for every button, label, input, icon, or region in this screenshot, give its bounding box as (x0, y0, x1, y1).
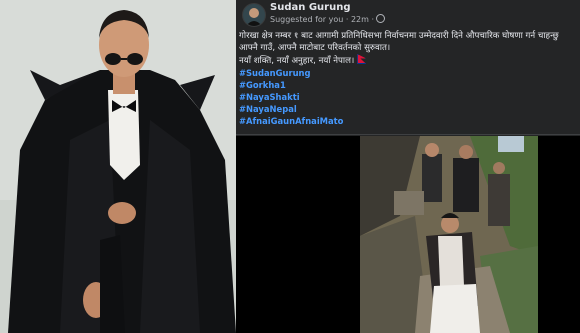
post-text-line-2: आफ्नै गाउँ, आफ्नै माटोबाट परिवर्तनको सुर… (239, 43, 391, 53)
post-meta-text: Suggested for you · 22m · (270, 15, 375, 24)
video-frame-image (360, 136, 538, 333)
post-text-line-1: गोरखा क्षेत्र नम्बर १ बाट आगामी प्रतिनिध… (239, 31, 559, 41)
post-text-line-3-content: नयाँ शक्ति, नयाँ अनुहार, नयाँ नेपाल। (239, 56, 355, 66)
hashtag-link[interactable]: #Gorkha1 (239, 79, 577, 91)
post-divider (236, 134, 580, 135)
hashtag-link[interactable]: #AfnaiGaunAfnaiMato (239, 115, 577, 127)
post-author[interactable]: Sudan Gurung (270, 2, 350, 13)
post-header: Sudan Gurung Suggested for you · 22m · (236, 0, 580, 28)
video-letterbox-right (538, 136, 580, 333)
globe-icon (376, 14, 386, 23)
video-letterbox-left (236, 136, 360, 333)
facebook-post: Sudan Gurung Suggested for you · 22m · ग… (236, 0, 580, 333)
profile-photo (0, 0, 236, 333)
profile-avatar[interactable] (242, 3, 266, 27)
hashtag-link[interactable]: #NayaShakti (239, 91, 577, 103)
man-in-black-coat-photo (0, 0, 236, 333)
hashtag-link[interactable]: #NayaNepal (239, 103, 577, 115)
post-text: गोरखा क्षेत्र नम्बर १ बाट आगामी प्रतिनिध… (239, 30, 577, 127)
post-video[interactable] (360, 136, 538, 333)
nepal-flag-emoji (357, 54, 367, 64)
hashtag-link[interactable]: #SudanGurung (239, 67, 577, 79)
post-meta: Suggested for you · 22m · (270, 14, 386, 24)
avatar-image (243, 4, 265, 26)
post-text-line-3: नयाँ शक्ति, नयाँ अनुहार, नयाँ नेपाल। (239, 54, 577, 67)
